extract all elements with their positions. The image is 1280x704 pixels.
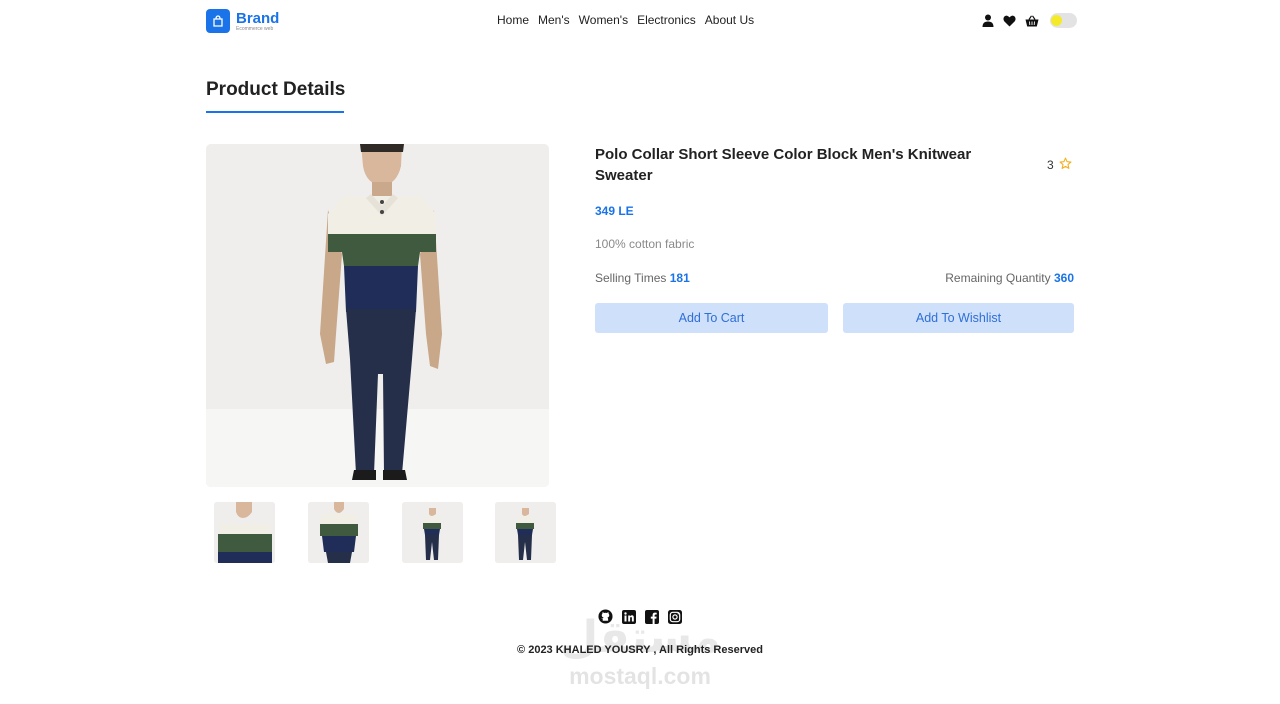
title-underline xyxy=(206,111,344,113)
selling-times: Selling Times 181 xyxy=(595,271,690,285)
navbar: Brand Ecommerce web Home Men's Women's E… xyxy=(0,0,1280,44)
toggle-knob xyxy=(1051,15,1062,26)
add-to-cart-button[interactable]: Add To Cart xyxy=(595,303,828,333)
nav-link-about-us[interactable]: About Us xyxy=(705,13,754,27)
user-icon[interactable] xyxy=(982,14,994,27)
theme-toggle[interactable] xyxy=(1050,13,1077,28)
watermark-text: mostaql.com xyxy=(569,663,711,689)
github-icon[interactable] xyxy=(598,609,613,624)
page-title: Product Details xyxy=(206,79,346,100)
rating-value: 3 xyxy=(1047,158,1054,172)
nav-link-home[interactable]: Home xyxy=(497,13,529,27)
nav-link-mens[interactable]: Men's xyxy=(538,13,570,27)
nav-link-electronics[interactable]: Electronics xyxy=(637,13,696,27)
instagram-icon[interactable] xyxy=(667,609,682,624)
product-thumbnail-1[interactable] xyxy=(214,502,275,563)
nav-link-womens[interactable]: Women's xyxy=(579,13,628,27)
main-nav: Home Men's Women's Electronics About Us xyxy=(497,13,754,27)
remaining-quantity: Remaining Quantity 360 xyxy=(945,271,1074,285)
star-icon xyxy=(1059,157,1072,173)
product-title: Polo Collar Short Sleeve Color Block Men… xyxy=(595,146,972,184)
selling-times-value: 181 xyxy=(669,271,690,285)
product-thumbnail-4[interactable] xyxy=(495,502,556,563)
copyright-text: © 2023 KHALED YOUSRY , All Rights Reserv… xyxy=(517,644,763,656)
selling-times-label: Selling Times xyxy=(595,271,667,285)
product-price: 349 LE xyxy=(595,204,634,218)
nav-actions xyxy=(982,13,1077,28)
product-thumbnail-3[interactable] xyxy=(402,502,463,563)
brand-text: Brand Ecommerce web xyxy=(236,11,279,32)
linkedin-icon[interactable] xyxy=(621,609,636,624)
heart-icon[interactable] xyxy=(1003,15,1016,27)
shopping-bag-icon xyxy=(206,9,230,33)
product-description: 100% cotton fabric xyxy=(595,237,695,251)
brand-name: Brand xyxy=(236,9,280,27)
add-to-wishlist-button[interactable]: Add To Wishlist xyxy=(843,303,1074,333)
product-rating: 3 xyxy=(1047,157,1072,173)
remaining-quantity-label: Remaining Quantity xyxy=(945,271,1051,285)
product-main-image xyxy=(206,144,549,487)
basket-icon[interactable] xyxy=(1025,14,1039,27)
brand-tagline: Ecommerce web xyxy=(236,25,274,32)
remaining-quantity-value: 360 xyxy=(1053,271,1074,285)
product-thumbnail-2[interactable] xyxy=(308,502,369,563)
facebook-icon[interactable] xyxy=(644,609,659,624)
social-links xyxy=(598,609,682,624)
brand-logo-link[interactable]: Brand Ecommerce web xyxy=(206,9,279,33)
